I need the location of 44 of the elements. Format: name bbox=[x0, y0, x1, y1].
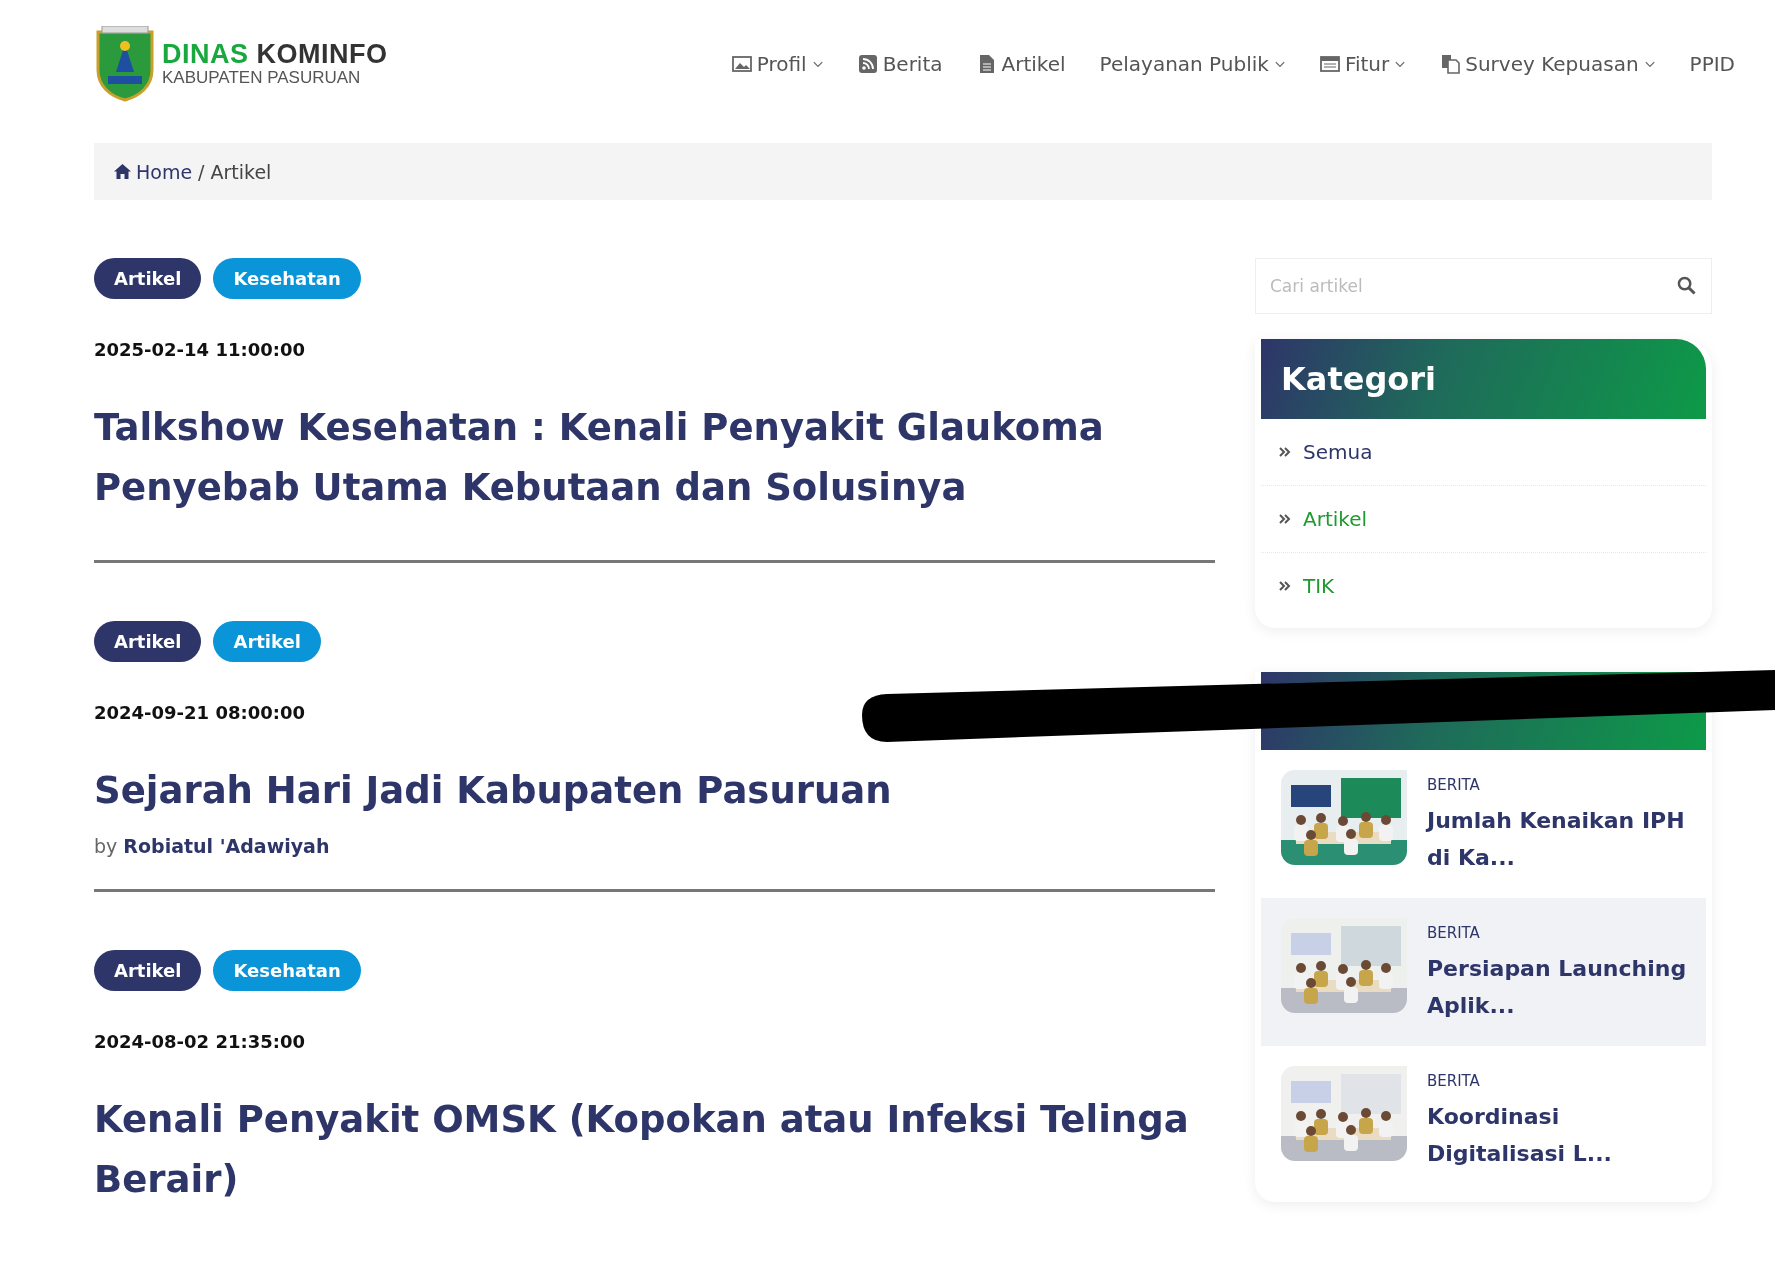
news-title: Jumlah Kenaikan IPH di Ka... bbox=[1427, 807, 1686, 872]
nav-link[interactable]: Pelayanan Publik bbox=[1099, 51, 1286, 76]
tag-badge[interactable]: Artikel bbox=[94, 621, 202, 662]
nav-link[interactable]: Survey Kepuasan bbox=[1440, 51, 1656, 76]
post-date: 2024-09-21 08:00:00 bbox=[94, 702, 306, 723]
card-title: Kategori bbox=[1281, 360, 1437, 398]
emblem-logo[interactable] bbox=[94, 25, 156, 102]
double-chevron-icon bbox=[1279, 446, 1291, 458]
tag-badge[interactable]: Artikel bbox=[94, 950, 202, 991]
category-link[interactable]: Semua bbox=[1261, 419, 1706, 486]
post-date: 2024-08-02 21:35:00 bbox=[94, 1031, 306, 1052]
article-title[interactable]: Talkshow Kesehatan : Kenali Penyakit Glaukoma Penyebab Utama Kebutaan dan Solusinya bbox=[94, 398, 1215, 518]
tag-badge[interactable]: Artikel bbox=[94, 258, 202, 299]
breadcrumb-separator: / bbox=[198, 160, 205, 183]
copy-icon bbox=[1440, 53, 1461, 74]
breadcrumb-current: Artikel bbox=[210, 160, 272, 183]
logo-title: DINAS KOMINFO bbox=[162, 40, 388, 69]
category-link[interactable]: Artikel bbox=[1261, 486, 1706, 553]
breadcrumb-link[interactable]: Home bbox=[114, 160, 193, 183]
news-category: BERITA bbox=[1427, 924, 1481, 942]
article-title[interactable]: Kenali Penyakit OMSK (Kopokan atau Infeksi Telinga Berair) bbox=[94, 1090, 1215, 1210]
window-icon bbox=[1319, 53, 1340, 74]
home-icon bbox=[114, 164, 131, 179]
search-icon[interactable] bbox=[1677, 276, 1696, 295]
logo-subtitle: KABUPATEN PASURUAN bbox=[162, 68, 362, 87]
article-title[interactable]: Sejarah Hari Jadi Kabupaten Pasuruan bbox=[94, 761, 1215, 821]
news-category: BERITA bbox=[1427, 776, 1481, 794]
nav-link[interactable]: PPID bbox=[1689, 51, 1735, 76]
nav-link[interactable]: Berita bbox=[857, 51, 943, 76]
news-category: BERITA bbox=[1427, 1072, 1481, 1090]
byline: by Robiatul 'Adawiyah bbox=[94, 835, 331, 857]
post-date: 2025-02-14 11:00:00 bbox=[94, 339, 306, 360]
rss-icon bbox=[857, 53, 878, 74]
news-title: Persiapan Launching Aplik... bbox=[1427, 955, 1687, 1020]
nav-link[interactable]: Artikel bbox=[976, 51, 1066, 76]
news-title: Koordinasi Digitalisasi L... bbox=[1427, 1103, 1613, 1168]
nav-link[interactable]: Profil bbox=[731, 51, 824, 76]
nav-link[interactable]: Fitur bbox=[1319, 51, 1407, 76]
double-chevron-icon bbox=[1279, 580, 1291, 592]
category-link[interactable]: TIK bbox=[1261, 553, 1706, 620]
search-field[interactable]: Cari artikel bbox=[1255, 258, 1712, 314]
news-item[interactable]: BERITA Persiapan Launching Aplik... bbox=[1261, 898, 1706, 1046]
image-icon bbox=[731, 53, 752, 74]
double-chevron-icon bbox=[1279, 513, 1291, 525]
